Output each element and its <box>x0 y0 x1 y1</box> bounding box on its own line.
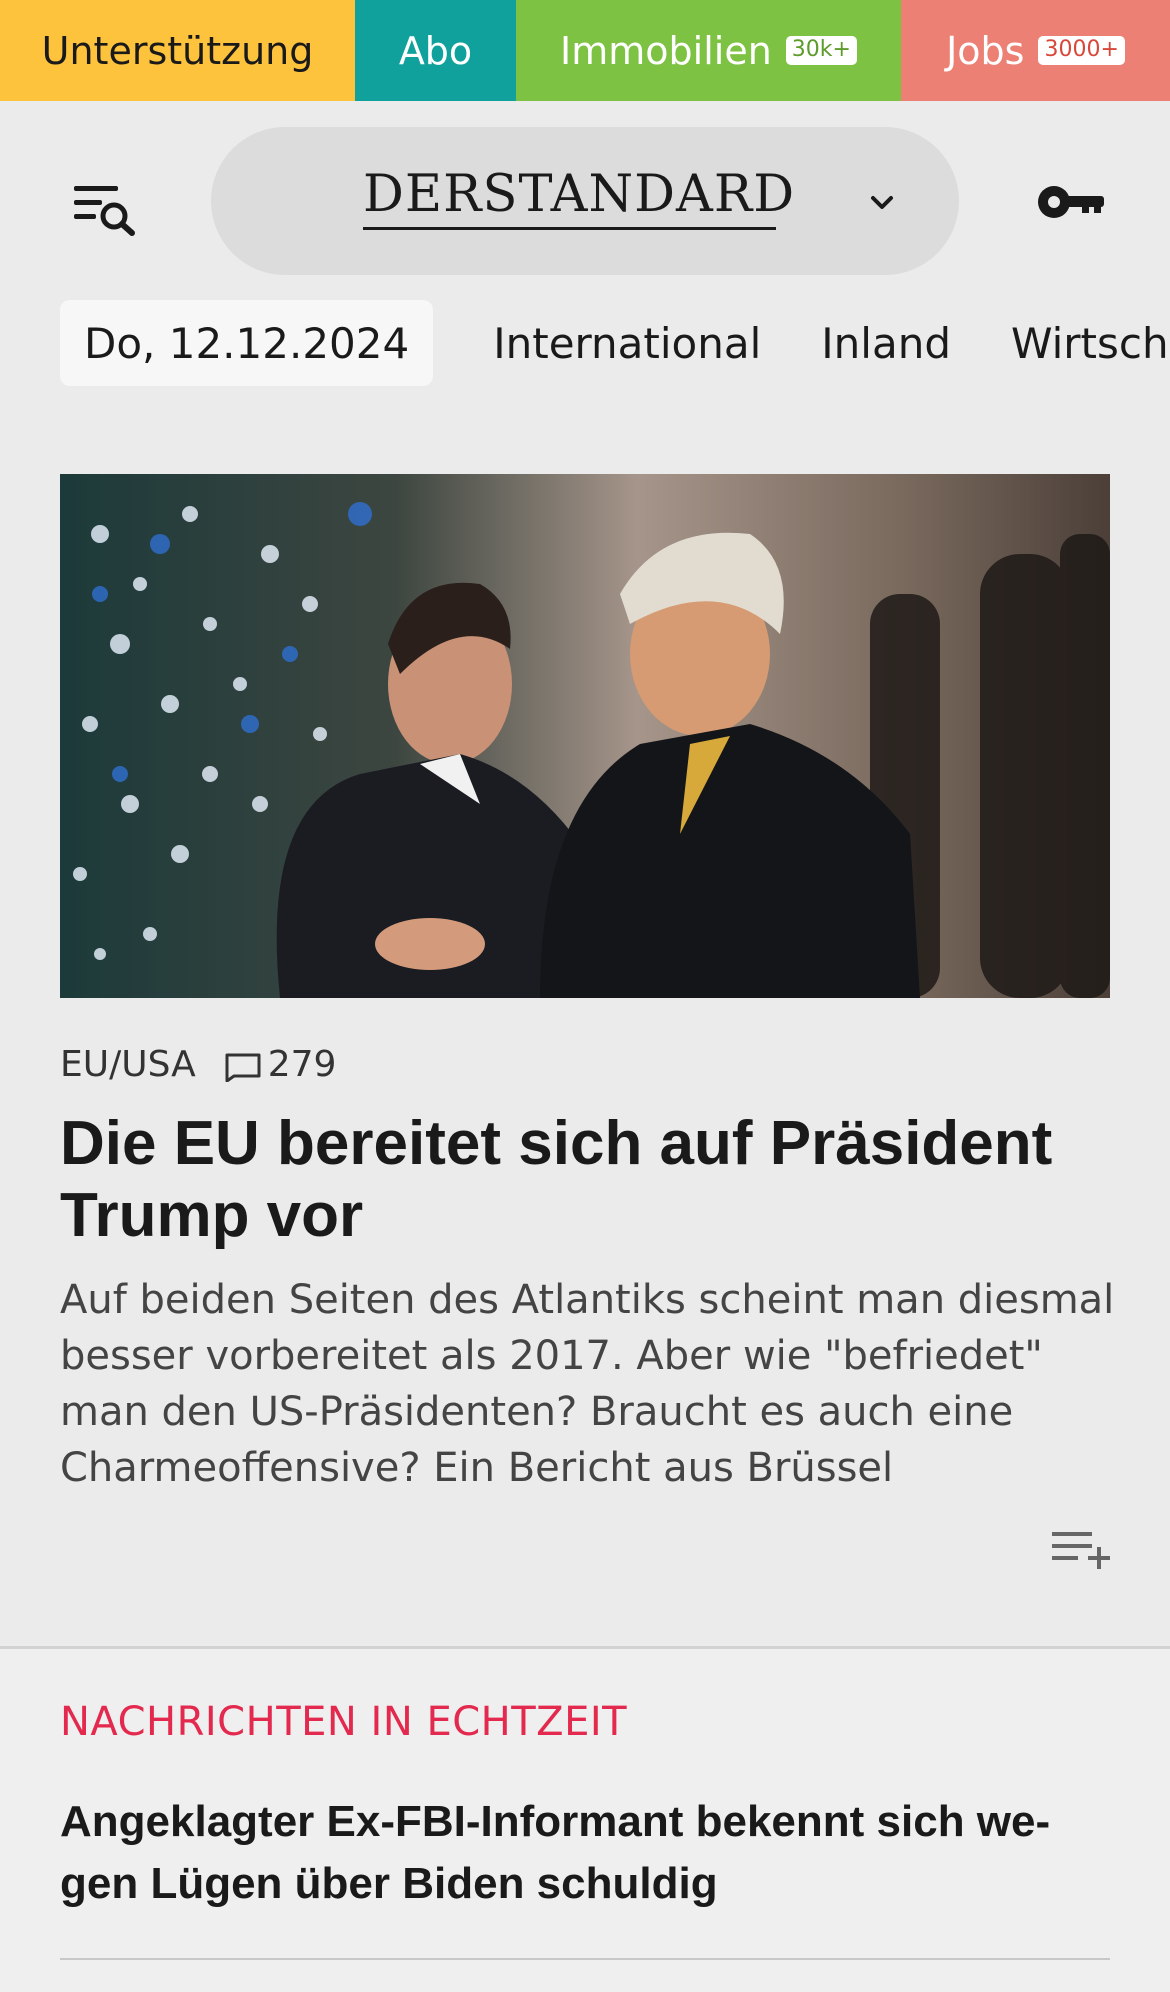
article-kicker[interactable]: EU/USA <box>60 1044 196 1085</box>
comment-icon[interactable] <box>224 1050 262 1082</box>
tab-label: Jobs <box>946 28 1025 73</box>
top-bar: Unterstützung Abo Immobilien 30k+ Jobs 300… <box>0 0 1170 101</box>
article-headline[interactable]: Die EU bereitet sich auf Präsident Trump… <box>60 1108 1120 1252</box>
logo-pill[interactable]: DERSTANDARD <box>211 127 959 275</box>
realtime-headline[interactable]: Angeklagter Ex-FBI-Informant bekennt sic… <box>60 1791 1120 1915</box>
nav-item-wirtschaft[interactable]: Wirtscha <box>1011 319 1170 368</box>
chevron-down-icon[interactable] <box>869 189 895 215</box>
tab-immobilien[interactable]: Immobilien 30k+ <box>516 0 901 101</box>
menu-search-icon[interactable] <box>72 178 138 236</box>
realtime-label[interactable]: NACHRICHTEN IN ECHTZEIT <box>60 1699 627 1745</box>
hero-image[interactable] <box>60 474 1110 998</box>
tab-jobs[interactable]: Jobs 3000+ <box>901 0 1170 101</box>
logo-underline <box>363 227 776 230</box>
list-divider <box>60 1958 1110 1960</box>
article-teaser[interactable]: Auf beiden Seiten des Atlantiks scheint … <box>60 1272 1120 1496</box>
nav-item-international[interactable]: International <box>493 319 761 368</box>
key-icon[interactable] <box>1036 180 1106 224</box>
site-logo[interactable]: DERSTANDARD <box>363 165 795 224</box>
count-badge: 3000+ <box>1038 36 1125 65</box>
playlist-add-icon[interactable] <box>1050 1530 1112 1576</box>
tab-unterstuetzung[interactable]: Unterstützung <box>0 0 355 101</box>
tab-abo[interactable]: Abo <box>355 0 516 101</box>
nav-item-inland[interactable]: Inland <box>821 319 951 368</box>
count-badge: 30k+ <box>785 36 857 65</box>
realtime-news-section: NACHRICHTEN IN ECHTZEIT Angeklagter Ex-F… <box>0 1649 1170 1992</box>
date-pill[interactable]: Do, 12.12.2024 <box>60 300 434 386</box>
tab-label: Immobilien <box>560 28 772 73</box>
tab-label: Unterstützung <box>41 28 314 73</box>
tab-label: Abo <box>398 28 473 73</box>
article-meta: EU/USA 279 <box>60 1044 336 1085</box>
comment-count[interactable]: 279 <box>268 1044 337 1085</box>
section-nav: Do, 12.12.2024 International Inland Wirt… <box>0 300 1170 386</box>
